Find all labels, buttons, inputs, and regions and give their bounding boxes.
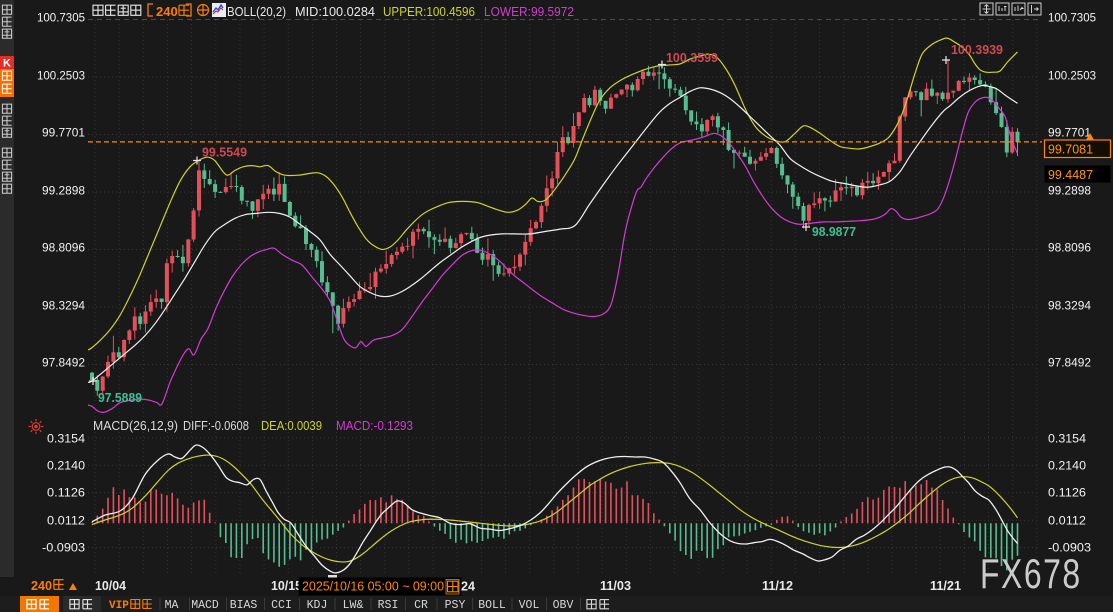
svg-text:DIFF:-0.0608: DIFF:-0.0608 — [183, 418, 249, 433]
svg-text:0.1126: 0.1126 — [1048, 486, 1086, 500]
svg-text:11/03: 11/03 — [600, 578, 631, 593]
svg-text:LOWER:99.5972: LOWER:99.5972 — [484, 4, 574, 19]
svg-text:11/21: 11/21 — [930, 578, 961, 593]
svg-text:KDJ: KDJ — [307, 599, 328, 612]
svg-text:10/15: 10/15 — [271, 578, 302, 593]
svg-text:100.2503: 100.2503 — [1048, 69, 1096, 83]
svg-text:10/04: 10/04 — [95, 578, 127, 593]
svg-text:RSI: RSI — [378, 599, 399, 612]
svg-text:0.1126: 0.1126 — [47, 486, 85, 500]
svg-text:0.3154: 0.3154 — [47, 432, 85, 446]
svg-text:100.2503: 100.2503 — [37, 69, 85, 83]
svg-text:LW&: LW& — [343, 599, 364, 612]
svg-text:98.3294: 98.3294 — [42, 299, 85, 313]
svg-text:98.3294: 98.3294 — [1048, 299, 1091, 313]
svg-text:MACD:-0.1293: MACD:-0.1293 — [336, 418, 413, 433]
svg-text:97.5889: 97.5889 — [98, 390, 142, 405]
svg-text:0.0112: 0.0112 — [1048, 514, 1086, 528]
svg-text:BOLL: BOLL — [478, 599, 506, 612]
svg-text:100.7305: 100.7305 — [37, 11, 85, 25]
svg-text:K: K — [3, 58, 11, 70]
svg-text:98.8096: 98.8096 — [42, 241, 85, 255]
svg-text:0.2140: 0.2140 — [47, 459, 85, 473]
svg-text:UPPER:100.4596: UPPER:100.4596 — [383, 4, 475, 19]
svg-text:99.4487: 99.4487 — [1048, 168, 1093, 182]
svg-text:OBV: OBV — [553, 599, 574, 612]
svg-text:-0.0903: -0.0903 — [42, 541, 85, 555]
svg-text:MA: MA — [165, 599, 179, 612]
svg-text:99.5549: 99.5549 — [202, 145, 247, 160]
svg-text:100.7305: 100.7305 — [1048, 11, 1096, 25]
svg-text:MACD: MACD — [191, 599, 219, 612]
svg-text:PSY: PSY — [445, 599, 466, 612]
svg-text:2025/10/16 05:00 ~ 09:00: 2025/10/16 05:00 ~ 09:00 — [302, 579, 444, 594]
svg-text:VIP: VIP — [109, 600, 129, 612]
svg-text:MID:100.0284: MID:100.0284 — [295, 4, 375, 19]
svg-text:99.7701: 99.7701 — [42, 126, 85, 140]
svg-text:100.3939: 100.3939 — [951, 42, 1003, 57]
svg-text:CCI: CCI — [271, 599, 292, 612]
svg-text:DEA:0.0039: DEA:0.0039 — [261, 418, 322, 433]
svg-text:98.8096: 98.8096 — [1048, 241, 1091, 255]
svg-text:0.2140: 0.2140 — [1048, 459, 1086, 473]
svg-text:99.2898: 99.2898 — [42, 184, 85, 198]
svg-text:97.8492: 97.8492 — [42, 356, 85, 370]
svg-text:11/12: 11/12 — [762, 578, 793, 593]
svg-text:24: 24 — [461, 579, 476, 594]
svg-text:240: 240 — [156, 4, 178, 19]
svg-text:MACD(26,12,9): MACD(26,12,9) — [93, 418, 178, 433]
svg-text:98.9877: 98.9877 — [812, 224, 856, 239]
svg-text:VOL: VOL — [519, 599, 540, 612]
svg-text:0.3154: 0.3154 — [1048, 432, 1086, 446]
svg-text:FX678: FX678 — [980, 550, 1082, 597]
svg-text:CR: CR — [414, 599, 428, 612]
svg-text:99.7701: 99.7701 — [1048, 126, 1091, 140]
svg-text:99.7081: 99.7081 — [1048, 143, 1093, 157]
svg-text:0.0112: 0.0112 — [47, 514, 85, 528]
svg-text:BIAS: BIAS — [230, 599, 258, 612]
svg-text:99.2898: 99.2898 — [1048, 184, 1091, 198]
svg-text:BOLL(20,2): BOLL(20,2) — [227, 4, 286, 19]
svg-text:100.3599: 100.3599 — [666, 50, 718, 65]
svg-text:97.8492: 97.8492 — [1048, 356, 1091, 370]
svg-text:240: 240 — [31, 578, 52, 593]
